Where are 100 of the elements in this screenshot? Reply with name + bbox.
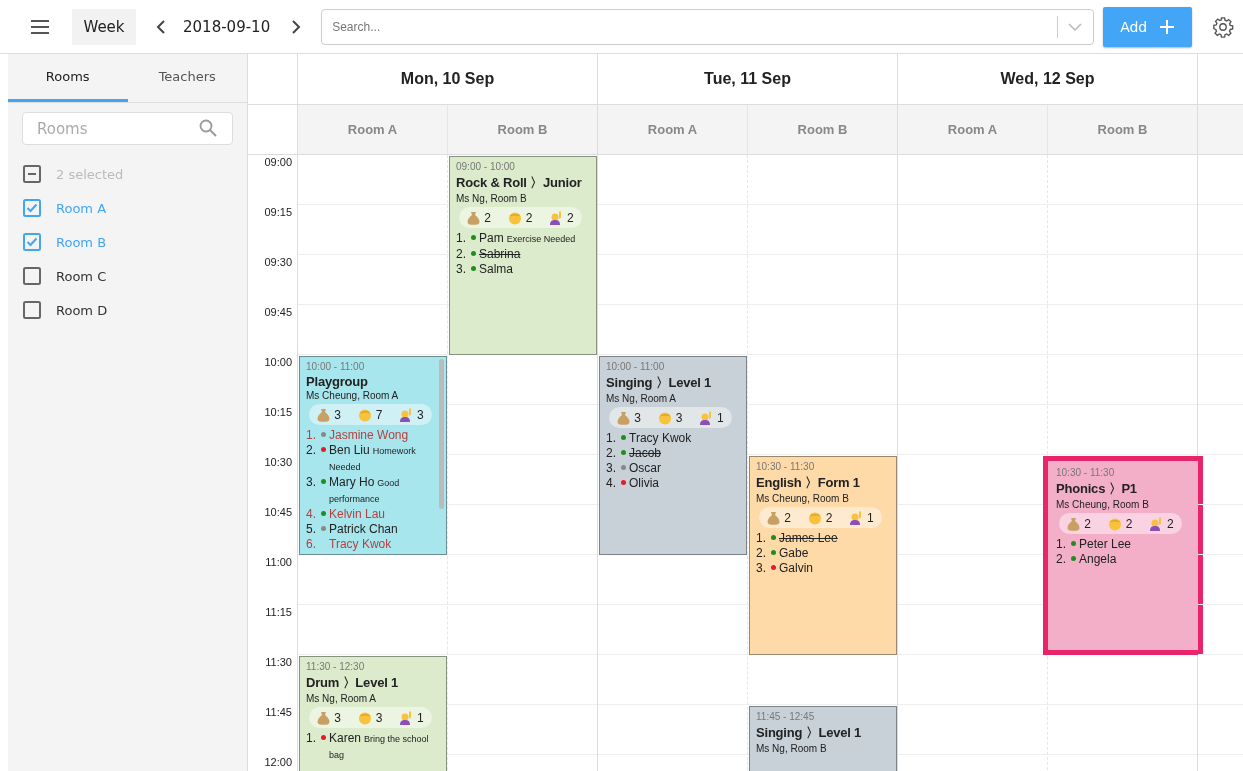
- student-name: James Lee: [779, 531, 839, 546]
- event-card[interactable]: 11:30 - 12:30 Drum 〉Level 1 Ms Ng, Room A 3 3 1 1. Karen Bring the school bag: [299, 656, 447, 771]
- event-title: Drum 〉Level 1: [306, 674, 399, 692]
- time-label: 09:45: [264, 306, 292, 318]
- student-number: 1.: [1056, 537, 1067, 552]
- previous-icon[interactable]: [156, 19, 166, 34]
- day-header: Tue, 11 Sep: [598, 54, 898, 104]
- time-label: 10:00: [264, 356, 292, 368]
- room-header: Room B: [448, 105, 598, 154]
- event-card[interactable]: 10:00 - 11:00 Singing 〉Level 1 Ms Ng, Room A 3 3 1 1. Tracy Kwok 2. Jacob 3. Oscar 4. Olivia: [599, 356, 747, 555]
- week-button[interactable]: Week: [72, 8, 136, 45]
- student-number: 3.: [306, 475, 317, 490]
- raised-hand-icon: [1148, 516, 1163, 531]
- event-title: English 〉Form 1: [756, 474, 860, 492]
- event-time: 10:00 - 11:00: [306, 361, 366, 372]
- event-card[interactable]: 10:30 - 11:30 Phonics 〉P1 Ms Cheung, Room B 2 2 2 1. Peter Lee 2. Angela: [1043, 456, 1203, 655]
- time-label: 10:30: [264, 456, 292, 468]
- select-all-checkbox[interactable]: [23, 165, 41, 183]
- student-name: Tracy Kwok: [329, 537, 393, 552]
- event-time: 10:00 - 11:00: [606, 361, 666, 372]
- student-name: Patrick Chan: [329, 522, 399, 537]
- student-number: 3.: [456, 262, 467, 277]
- stat-count: 2: [525, 210, 533, 225]
- student-number: 2.: [306, 443, 317, 458]
- student-number: 1.: [606, 431, 617, 446]
- time-label: 09:15: [264, 206, 292, 218]
- student-name: Sabrina: [479, 247, 522, 262]
- event-card[interactable]: 09:00 - 10:00 Rock & Roll 〉Junior Ms Ng, Room B 2 2 2 1. Pam Exercise Needed 2. Sabrina 3. Salma: [449, 156, 597, 355]
- student-name: Jacob: [629, 446, 663, 461]
- sidebar-tab[interactable]: Rooms: [8, 54, 128, 102]
- student-number: 6.: [306, 537, 317, 552]
- room-header: Room B: [748, 105, 898, 154]
- sidebar-tab[interactable]: Teachers: [127, 54, 247, 102]
- student-number: 3.: [606, 461, 617, 476]
- student-number: 1.: [306, 428, 317, 443]
- event-teacher: Ms Cheung, Room B: [756, 493, 850, 504]
- student-name: Salma: [479, 262, 514, 277]
- time-label: 11:15: [265, 606, 292, 618]
- event-title: Phonics 〉P1: [1056, 480, 1137, 498]
- checkbox[interactable]: [23, 267, 41, 285]
- checkbox[interactable]: [23, 233, 41, 251]
- plus-icon: [1159, 18, 1176, 35]
- student-number: 1.: [456, 231, 467, 246]
- student-name: Pam Exercise Needed: [479, 231, 577, 247]
- event-teacher: Ms Ng, Room A: [306, 693, 378, 704]
- event-title: Singing 〉Level 1: [756, 724, 862, 742]
- student-number: 1.: [756, 531, 767, 546]
- checkbox[interactable]: [23, 301, 41, 319]
- raised-hand-icon: [698, 410, 713, 425]
- child-icon: [807, 510, 822, 525]
- stat-count: 3: [334, 710, 341, 725]
- event-teacher: Ms Ng, Room B: [756, 743, 828, 754]
- event-time: 10:30 - 11:30: [756, 461, 816, 472]
- search-field[interactable]: Search...: [321, 8, 1095, 45]
- student-name: Jasmine Wong: [329, 428, 410, 443]
- student-name: Mary Ho Good performance: [329, 475, 401, 506]
- next-icon[interactable]: [291, 19, 302, 34]
- stat-count: 3: [416, 407, 424, 422]
- search-icon[interactable]: [199, 119, 217, 137]
- selection-count: 2 selected: [56, 166, 124, 182]
- time-label: 09:30: [264, 256, 292, 268]
- menu-icon[interactable]: [30, 19, 50, 34]
- event-title: Playgroup: [306, 374, 368, 389]
- event-teacher: Ms Cheung, Room B: [1056, 499, 1150, 510]
- checkbox[interactable]: [23, 199, 41, 217]
- room-header: Room A: [898, 105, 1048, 154]
- raised-hand-icon: [398, 407, 413, 422]
- student-number: 5.: [306, 522, 317, 537]
- raised-hand-icon: [848, 510, 863, 525]
- student-name: Oscar: [629, 461, 662, 476]
- event-time: 11:45 - 12:45: [756, 711, 816, 722]
- event-card[interactable]: 10:00 - 11:00 Playgroup Ms Cheung, Room A 3 7 3 1. Jasmine Wong 2. Ben Liu Homework Needed 3. Mary Ho Good performance 4. Kelvin Lau 5. Patrick Chan 6. Tracy Kwok: [299, 356, 447, 555]
- child-icon: [357, 407, 372, 422]
- event-teacher: Ms Ng, Room B: [456, 193, 528, 204]
- student-name: Angela: [1079, 552, 1118, 567]
- event-teacher: Ms Ng, Room A: [606, 393, 678, 404]
- student-number: 2.: [606, 446, 617, 461]
- child-icon: [357, 710, 372, 725]
- room-label[interactable]: Room C: [56, 268, 107, 284]
- stat-count: 3: [334, 407, 341, 422]
- settings-icon[interactable]: [1212, 15, 1235, 38]
- room-label[interactable]: Room D: [56, 302, 108, 318]
- money-bag-icon: [1067, 516, 1081, 531]
- scrollbar[interactable]: [439, 359, 444, 509]
- room-header: Room A: [298, 105, 448, 154]
- event-title: Rock & Roll 〉Junior: [456, 174, 582, 192]
- room-search-field[interactable]: Rooms: [22, 112, 233, 145]
- student-name: Galvin: [779, 561, 814, 576]
- student-number: 1.: [306, 731, 317, 746]
- stat-count: 3: [375, 710, 383, 725]
- room-header: Room B: [1048, 105, 1198, 154]
- child-icon: [657, 410, 672, 425]
- student-number: 2.: [1056, 552, 1067, 567]
- event-title: Singing 〉Level 1: [606, 374, 712, 392]
- event-card[interactable]: 10:30 - 11:30 English 〉Form 1 Ms Cheung, Room B 2 2 1 1. James Lee 2. Gabe 3. Galvin: [749, 456, 897, 655]
- event-card[interactable]: 11:45 - 12:45 Singing 〉Level 1 Ms Ng, Room B: [749, 706, 897, 771]
- event-teacher: Ms Cheung, Room A: [306, 390, 400, 401]
- student-name: Gabe: [779, 546, 810, 561]
- money-bag-icon: [467, 210, 481, 225]
- stat-count: 3: [675, 410, 683, 425]
